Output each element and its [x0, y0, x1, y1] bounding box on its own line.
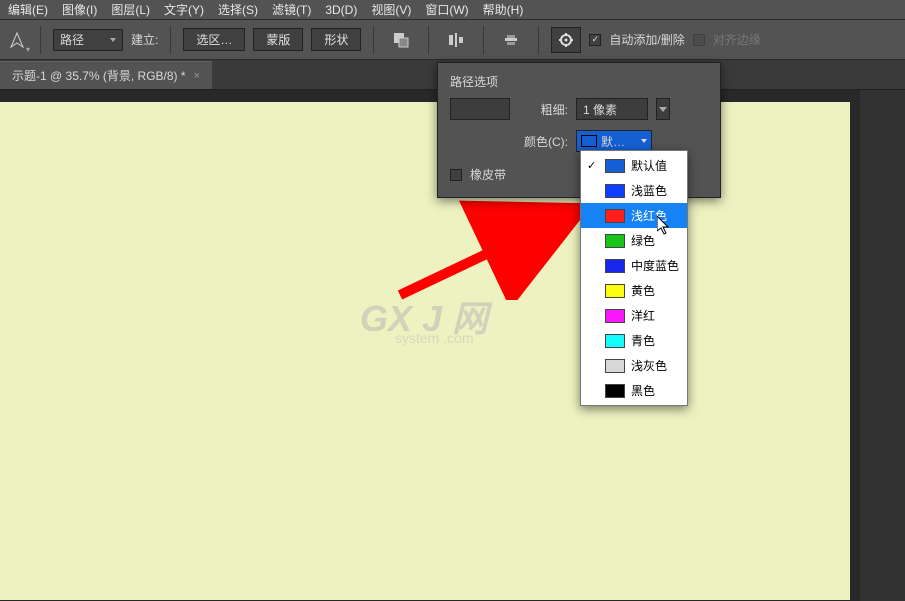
document-canvas[interactable] — [0, 102, 850, 600]
color-option-label: 洋红 — [631, 307, 655, 324]
establish-label: 建立: — [131, 31, 158, 48]
color-option-label: 浅红色 — [631, 207, 667, 224]
pen-tool-icon[interactable]: ▾ — [6, 26, 28, 54]
gear-icon[interactable] — [551, 27, 581, 53]
color-option[interactable]: 绿色 — [581, 228, 687, 253]
color-option[interactable]: 浅红色 — [581, 203, 687, 228]
color-option-label: 绿色 — [631, 232, 655, 249]
color-swatch — [605, 384, 625, 398]
color-swatch — [605, 309, 625, 323]
menu-image[interactable]: 图像(I) — [62, 1, 97, 18]
menu-3d[interactable]: 3D(D) — [325, 3, 357, 17]
color-option-label: 青色 — [631, 332, 655, 349]
color-option-label: 黄色 — [631, 282, 655, 299]
right-panel-strip — [860, 90, 905, 601]
color-swatch — [605, 259, 625, 273]
color-option[interactable]: ✓ 默认值 — [581, 153, 687, 178]
color-swatch — [605, 209, 625, 223]
mode-dropdown-label: 路径 — [60, 31, 84, 48]
menu-bar: 编辑(E) 图像(I) 图层(L) 文字(Y) 选择(S) 滤镜(T) 3D(D… — [0, 0, 905, 20]
menu-window[interactable]: 窗口(W) — [425, 1, 468, 18]
color-dropdown[interactable]: 默… — [576, 130, 652, 152]
align-edges-label: 对齐边缘 — [713, 31, 761, 48]
color-swatch — [605, 184, 625, 198]
color-dropdown-swatch — [581, 135, 597, 147]
options-toolbar: ▾ 路径 建立: 选区… 蒙版 形状 自动添加/删除 对齐边缘 — [0, 20, 905, 60]
document-tab-title: 示题-1 @ 35.7% (背景, RGB/8) * — [12, 67, 186, 84]
thickness-label: 粗细: — [518, 101, 568, 118]
menu-edit[interactable]: 编辑(E) — [8, 1, 48, 18]
close-icon[interactable]: × — [194, 70, 200, 82]
color-option-label: 浅灰色 — [631, 357, 667, 374]
color-option[interactable]: 浅蓝色 — [581, 178, 687, 203]
align-icon[interactable] — [441, 27, 471, 53]
arrange-icon[interactable] — [496, 27, 526, 53]
color-option[interactable]: 黑色 — [581, 378, 687, 403]
color-option[interactable]: 浅灰色 — [581, 353, 687, 378]
align-edges-checkbox — [693, 34, 705, 46]
color-dropdown-label: 默… — [601, 133, 625, 150]
shape-button[interactable]: 形状 — [311, 28, 361, 51]
menu-type[interactable]: 文字(Y) — [164, 1, 204, 18]
color-swatch — [605, 159, 625, 173]
color-label: 颜色(C): — [518, 133, 568, 150]
color-swatch — [605, 334, 625, 348]
thickness-input[interactable] — [576, 98, 648, 120]
menu-help[interactable]: 帮助(H) — [483, 1, 524, 18]
menu-layer[interactable]: 图层(L) — [111, 1, 150, 18]
color-option-label: 默认值 — [631, 157, 667, 174]
popup-title: 路径选项 — [450, 73, 708, 90]
path-operations-icon[interactable] — [386, 27, 416, 53]
color-swatch — [605, 359, 625, 373]
thickness-stepper[interactable] — [656, 98, 670, 120]
menu-view[interactable]: 视图(V) — [371, 1, 411, 18]
color-option[interactable]: 中度蓝色 — [581, 253, 687, 278]
color-option-label: 浅蓝色 — [631, 182, 667, 199]
menu-select[interactable]: 选择(S) — [218, 1, 258, 18]
selection-button[interactable]: 选区… — [183, 28, 245, 51]
rubber-band-label: 橡皮带 — [470, 166, 506, 183]
mask-button[interactable]: 蒙版 — [253, 28, 303, 51]
auto-add-delete-label: 自动添加/删除 — [609, 31, 684, 48]
canvas-area — [0, 90, 860, 601]
color-option[interactable]: 青色 — [581, 328, 687, 353]
menu-filter[interactable]: 滤镜(T) — [272, 1, 311, 18]
color-swatch — [605, 284, 625, 298]
color-option-label: 中度蓝色 — [631, 257, 679, 274]
document-tab[interactable]: 示题-1 @ 35.7% (背景, RGB/8) * × — [0, 61, 212, 89]
check-icon: ✓ — [587, 159, 599, 172]
color-option[interactable]: 黄色 — [581, 278, 687, 303]
path-color-preview[interactable] — [450, 98, 510, 120]
rubber-band-checkbox[interactable] — [450, 169, 462, 181]
mode-dropdown[interactable]: 路径 — [53, 29, 123, 51]
color-dropdown-list: ✓ 默认值浅蓝色浅红色绿色中度蓝色黄色洋红青色浅灰色黑色 — [580, 150, 688, 406]
auto-add-delete-checkbox[interactable] — [589, 34, 601, 46]
color-swatch — [605, 234, 625, 248]
color-option[interactable]: 洋红 — [581, 303, 687, 328]
color-option-label: 黑色 — [631, 382, 655, 399]
